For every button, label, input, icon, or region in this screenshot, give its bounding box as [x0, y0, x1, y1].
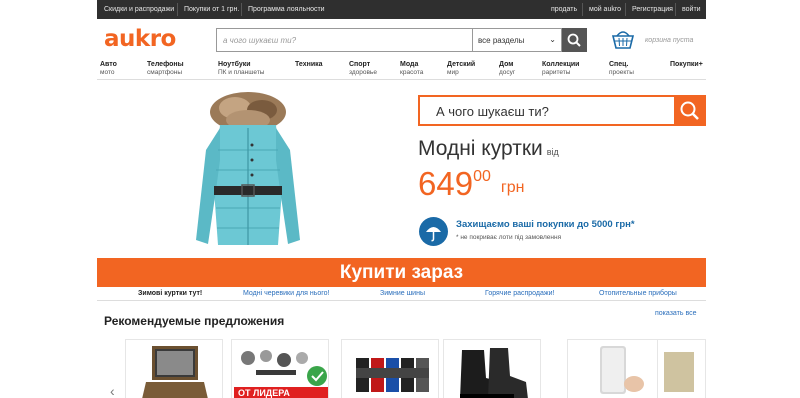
- topnav-sales-link[interactable]: Скидки и распродажи: [97, 0, 181, 19]
- hero-search-input[interactable]: А чого шукаєш ти?: [436, 104, 549, 119]
- category-sublabel: смартфоны: [147, 69, 183, 76]
- search-icon: [680, 101, 699, 120]
- category-fashion[interactable]: Мода красота: [400, 60, 423, 77]
- category-label: Спец.: [609, 61, 629, 68]
- buyer-protection-note: * не покриває лоти під замовлення: [456, 234, 562, 241]
- top-navigation-inner: Скидки и распродажи Покупки от 1 грн. Пр…: [97, 0, 706, 19]
- product-banner-text: ОТ ЛИДЕРА: [238, 388, 290, 398]
- category-sublabel: ПК и планшеты: [218, 69, 265, 76]
- watches-image: [356, 358, 429, 392]
- product-image: [664, 352, 694, 392]
- hero-title-suffix: від: [546, 147, 559, 157]
- show-all-link[interactable]: показать все: [655, 310, 697, 317]
- basket-icon: [611, 31, 635, 49]
- top-navigation-bar: Скидки и распродажи Покупки от 1 грн. Пр…: [0, 0, 800, 19]
- category-purchases-plus[interactable]: Покупки+: [670, 60, 703, 69]
- search-button[interactable]: [562, 28, 587, 52]
- topnav-login-link[interactable]: войти: [675, 0, 708, 19]
- promo-tab-sales[interactable]: Горячие распродажи!: [485, 290, 554, 297]
- price-currency: грн: [500, 179, 525, 196]
- buy-now-button[interactable]: Купити зараз: [97, 258, 706, 287]
- category-label: Мода: [400, 61, 419, 68]
- category-sublabel: мото: [100, 69, 115, 76]
- buy-now-label: Купити зараз: [339, 262, 464, 283]
- category-auto[interactable]: Авто мото: [100, 60, 117, 77]
- category-electronics[interactable]: Техника: [295, 60, 323, 69]
- product-card-powerbank[interactable]: [567, 339, 665, 398]
- topnav-purchases-link[interactable]: Покупки от 1 грн.: [177, 0, 246, 19]
- topnav-loyalty-link[interactable]: Программа лояльности: [241, 0, 332, 19]
- topnav-sell-link[interactable]: продать: [544, 0, 584, 19]
- category-label: Авто: [100, 61, 117, 68]
- price-main: 649: [418, 165, 474, 202]
- category-laptops[interactable]: Ноутбуки ПК и планшеты: [218, 60, 264, 77]
- category-sublabel: проекты: [609, 69, 634, 76]
- topnav-register-link[interactable]: Регистрация: [625, 0, 680, 19]
- hero-title: Модні куртки від: [418, 137, 559, 161]
- promo-tab-tires[interactable]: Зимние шины: [380, 290, 425, 297]
- hero-title-text: Модні куртки: [418, 137, 543, 160]
- jacket-illustration: [196, 92, 300, 245]
- category-select[interactable]: все разделы ⌄: [472, 28, 562, 52]
- price-cents: 00: [473, 168, 491, 185]
- category-label: Телефоны: [147, 61, 184, 68]
- category-sublabel: здоровье: [349, 69, 377, 76]
- category-label: Покупки+: [670, 61, 703, 68]
- promo-tabs: Зимові куртки тут! Модні черевики для нь…: [97, 287, 706, 301]
- topnav-my-aukro-link[interactable]: мой aukro: [582, 0, 628, 19]
- hero-search-button[interactable]: [674, 95, 706, 126]
- category-select-value: все разделы: [478, 36, 525, 45]
- promo-tab-heaters[interactable]: Отопительные приборы: [599, 290, 677, 297]
- category-home[interactable]: Дом досуг: [499, 60, 515, 77]
- category-label: Детский: [447, 61, 476, 68]
- category-sublabel: мир: [447, 69, 459, 76]
- hero-search-box[interactable]: А чого шукаєш ти?: [418, 95, 706, 126]
- category-label: Ноутбуки: [218, 61, 251, 68]
- category-sport[interactable]: Спорт здоровье: [349, 60, 377, 77]
- recommended-carousel: ОТ ЛИДЕРА: [97, 339, 706, 398]
- aukro-logo[interactable]: aukro: [104, 26, 176, 52]
- product-card-partial[interactable]: [657, 339, 706, 398]
- laptop-image: [142, 346, 208, 398]
- category-special[interactable]: Спец. проекты: [609, 60, 634, 77]
- promo-tab-boots[interactable]: Модні черевики для нього!: [243, 290, 330, 297]
- category-label: Дом: [499, 61, 514, 68]
- product-card-watches[interactable]: [341, 339, 439, 398]
- hero-price: 64900 грн: [418, 165, 524, 203]
- category-phones[interactable]: Телефоны смартфоны: [147, 60, 184, 77]
- cart-status: корзина пуста: [645, 37, 694, 44]
- product-card-laptop[interactable]: [125, 339, 223, 398]
- hero-jacket-image[interactable]: [190, 90, 305, 254]
- search-input[interactable]: а чого шукаєш ти?: [216, 28, 472, 52]
- category-collections[interactable]: Коллекции раритеты: [542, 60, 579, 77]
- category-label: Спорт: [349, 61, 371, 68]
- recommended-heading: Рекомендуемые предложения: [104, 314, 285, 328]
- buyer-protection-text[interactable]: Захищаємо ваші покупки до 5000 грн*: [456, 219, 635, 230]
- category-navigation: Авто мото Телефоны смартфоны Ноутбуки ПК…: [97, 60, 706, 80]
- cart-button[interactable]: [611, 28, 635, 50]
- product-card-boots[interactable]: [443, 339, 541, 398]
- category-label: Коллекции: [542, 61, 580, 68]
- umbrella-protection-icon: [419, 217, 448, 246]
- promo-tab-jackets[interactable]: Зимові куртки тут!: [138, 290, 202, 297]
- category-sublabel: красота: [400, 69, 424, 76]
- chevron-down-icon: ⌄: [549, 35, 556, 44]
- search-icon: [567, 33, 581, 47]
- boots-image: [460, 348, 528, 398]
- category-sublabel: раритеты: [542, 69, 571, 76]
- powerbank-image: [600, 346, 644, 394]
- product-card-tools[interactable]: ОТ ЛИДЕРА: [231, 339, 329, 398]
- category-kids[interactable]: Детский мир: [447, 60, 475, 77]
- category-label: Техника: [295, 61, 323, 68]
- search-form: а чого шукаєш ти? все разделы ⌄: [216, 28, 587, 52]
- category-sublabel: досуг: [499, 69, 516, 76]
